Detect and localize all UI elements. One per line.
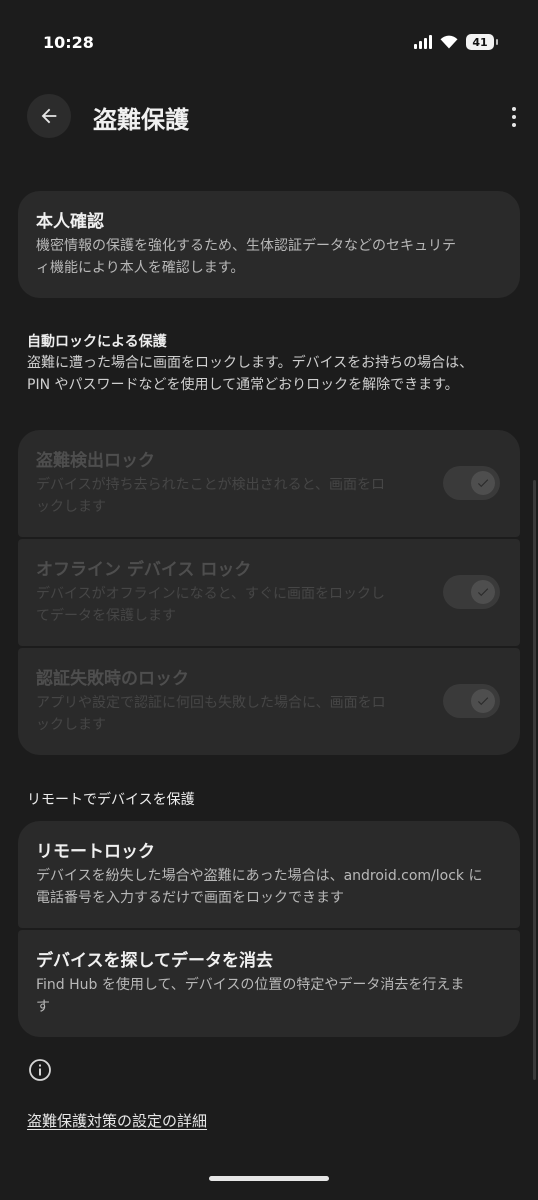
status-icons: 41 bbox=[414, 34, 498, 50]
find-device-description: Find Hub を使用して、デバイスの位置の特定やデータ消去を行えます bbox=[36, 977, 465, 1015]
more-vert-icon bbox=[512, 107, 516, 111]
auth-failure-lock-title: 認証失敗時のロック bbox=[36, 669, 189, 689]
identity-check-title: 本人確認 bbox=[36, 212, 104, 232]
theft-protection-screen: 10:28 41 盗難保護 本人確認 機密情報の保護を強化するため、生体認証デー… bbox=[0, 0, 538, 1200]
remote-lock-description: デバイスを紛失した場合や盗難にあった場合は、android.com/lock に… bbox=[36, 868, 483, 906]
remote-section-title: リモートでデバイスを保護 bbox=[27, 792, 195, 808]
auth-failure-lock-toggle[interactable] bbox=[443, 684, 500, 718]
battery-icon: 41 bbox=[466, 34, 498, 50]
find-device-item[interactable]: デバイスを探してデータを消去 Find Hub を使用して、デバイスの位置の特定… bbox=[18, 930, 520, 1037]
auth-failure-lock-description: アプリや設定で認証に何回も失敗した場合に、画面をロックします bbox=[36, 695, 386, 733]
identity-check-card[interactable]: 本人確認 機密情報の保護を強化するため、生体認証データなどのセキュリティ機能によ… bbox=[18, 191, 520, 298]
auto-lock-section-description: 盗難に遭った場合に画面をロックします。デバイスをお持ちの場合は、PIN やパスワ… bbox=[27, 355, 474, 393]
check-icon bbox=[471, 580, 495, 604]
arrow-left-icon bbox=[41, 108, 57, 124]
status-bar: 10:28 41 bbox=[0, 0, 538, 86]
back-button[interactable] bbox=[27, 94, 71, 138]
find-device-title: デバイスを探してデータを消去 bbox=[36, 951, 273, 971]
battery-level: 41 bbox=[472, 35, 488, 49]
offline-device-lock-toggle[interactable] bbox=[443, 575, 500, 609]
identity-check-description: 機密情報の保護を強化するため、生体認証データなどのセキュリティ機能により本人を確… bbox=[36, 238, 456, 276]
wifi-icon bbox=[440, 35, 458, 49]
theft-detection-lock-toggle[interactable] bbox=[443, 466, 500, 500]
theft-detection-lock-description: デバイスが持ち去られたことが検出されると、画面をロックします bbox=[36, 477, 386, 515]
theft-detection-lock-item[interactable]: 盗難検出ロック デバイスが持ち去られたことが検出されると、画面をロックします bbox=[18, 430, 520, 537]
theft-detection-lock-title: 盗難検出ロック bbox=[36, 451, 155, 471]
check-icon bbox=[471, 689, 495, 713]
theft-protection-details-link[interactable]: 盗難保護対策の設定の詳細 bbox=[27, 1110, 207, 1131]
offline-device-lock-title: オフライン デバイス ロック bbox=[36, 560, 252, 580]
auth-failure-lock-item[interactable]: 認証失敗時のロック アプリや設定で認証に何回も失敗した場合に、画面をロックします bbox=[18, 648, 520, 755]
check-icon bbox=[471, 471, 495, 495]
status-time: 10:28 bbox=[43, 33, 94, 52]
cellular-signal-icon bbox=[414, 35, 432, 49]
scrollbar[interactable] bbox=[533, 480, 536, 1080]
info-icon bbox=[29, 1059, 51, 1081]
offline-device-lock-description: デバイスがオフラインになると、すぐに画面をロックしてデータを保護します bbox=[36, 586, 386, 624]
auto-lock-section-title: 自動ロックによる保護 bbox=[27, 334, 167, 350]
page-title: 盗難保護 bbox=[93, 106, 189, 134]
remote-lock-item[interactable]: リモートロック デバイスを紛失した場合や盗難にあった場合は、android.co… bbox=[18, 821, 520, 928]
offline-device-lock-item[interactable]: オフライン デバイス ロック デバイスがオフラインになると、すぐに画面をロックし… bbox=[18, 539, 520, 646]
more-options-button[interactable] bbox=[504, 102, 524, 132]
home-indicator[interactable] bbox=[209, 1176, 329, 1181]
remote-lock-title: リモートロック bbox=[36, 842, 155, 862]
